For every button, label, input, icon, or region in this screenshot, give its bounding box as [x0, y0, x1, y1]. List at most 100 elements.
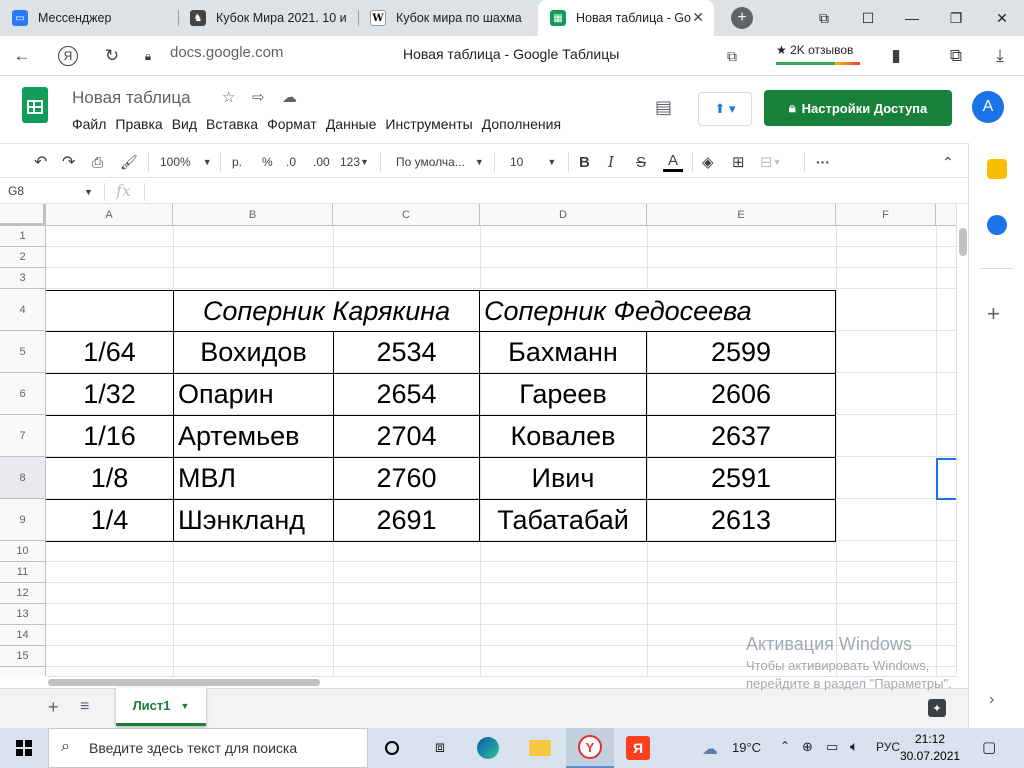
cell-b9[interactable]: Шэнкланд: [174, 500, 333, 541]
menu-insert[interactable]: Вставка: [206, 116, 258, 132]
tray-chevron-icon[interactable]: ⌃: [780, 739, 790, 753]
cell-e9[interactable]: 2613: [647, 500, 835, 541]
extensions-icon[interactable]: ⧉: [944, 44, 968, 68]
font-size-select[interactable]: 10 ▼: [510, 152, 556, 172]
cell-a9[interactable]: 1/4: [46, 500, 173, 541]
cell-a6[interactable]: 1/32: [46, 374, 173, 415]
row-header-7[interactable]: 7: [0, 415, 46, 457]
print-icon[interactable]: ⎙: [92, 152, 103, 172]
row-header-11[interactable]: 11: [0, 562, 46, 583]
header-karyakin[interactable]: Соперник Карякина: [174, 291, 479, 331]
back-icon[interactable]: ←: [10, 44, 34, 68]
row-header-5[interactable]: 5: [0, 331, 46, 373]
column-header-f[interactable]: F: [836, 204, 936, 226]
cell-e8[interactable]: 2591: [647, 458, 835, 499]
cell-c7[interactable]: 2704: [334, 416, 479, 457]
font-select[interactable]: По умолча... ▼: [396, 152, 484, 172]
cell-b5[interactable]: Вохидов: [174, 332, 333, 373]
yandex-icon[interactable]: Я: [56, 44, 80, 68]
yandex-browser-app[interactable]: Y: [566, 728, 614, 768]
menu-format[interactable]: Формат: [267, 116, 317, 132]
volume-icon[interactable]: 🔈︎: [850, 738, 858, 755]
cell-a7[interactable]: 1/16: [46, 416, 173, 457]
paint-format-icon[interactable]: 🖌︎: [120, 152, 138, 172]
italic-button[interactable]: I: [608, 152, 614, 172]
browser-tab-messenger[interactable]: ▭ Мессенджер: [0, 0, 178, 36]
borders-icon[interactable]: ⊞: [732, 152, 745, 172]
minimize-button[interactable]: —: [890, 0, 934, 36]
close-window-button[interactable]: ✕: [980, 0, 1024, 36]
row-header-4[interactable]: 4: [0, 289, 46, 331]
clock[interactable]: 21:12 30.07.2021: [900, 731, 960, 765]
row-header-13[interactable]: 13: [0, 604, 46, 625]
menu-edit[interactable]: Правка: [115, 116, 162, 132]
undo-icon[interactable]: ↶: [34, 152, 47, 172]
cell-b7[interactable]: Артемьев: [174, 416, 333, 457]
more-formats-button[interactable]: 123 ▼: [340, 152, 369, 172]
merge-cells-icon[interactable]: ⊟ ▼: [760, 152, 782, 172]
cell-d5[interactable]: Бахманн: [480, 332, 646, 373]
text-color-button[interactable]: A: [663, 152, 683, 172]
share-page-icon[interactable]: ⧉: [720, 44, 744, 68]
cell-a8[interactable]: 1/8: [46, 458, 173, 499]
restore-button[interactable]: ❐: [934, 0, 978, 36]
cell-c9[interactable]: 2691: [334, 500, 479, 541]
row-header-6[interactable]: 6: [0, 373, 46, 415]
cell-e6[interactable]: 2606: [647, 374, 835, 415]
cell-a5[interactable]: 1/64: [46, 332, 173, 373]
reviews-badge[interactable]: ★ 2K отзывов: [776, 43, 860, 65]
cell-d7[interactable]: Ковалев: [480, 416, 646, 457]
cell-d8[interactable]: Ивич: [480, 458, 646, 499]
name-box[interactable]: G8 ▼: [8, 184, 93, 198]
yandex-app[interactable]: Я: [614, 728, 662, 768]
column-header-b[interactable]: B: [173, 204, 333, 226]
sheets-logo[interactable]: [22, 87, 48, 123]
column-header-e[interactable]: E: [647, 204, 836, 226]
weather-temp[interactable]: 19°C: [732, 740, 761, 755]
network-icon[interactable]: ▭: [826, 739, 838, 755]
taskbar-search[interactable]: ⌕ Введите здесь текст для поиска: [48, 728, 368, 768]
url-field[interactable]: docs.google.com: [170, 44, 283, 61]
row-header-9[interactable]: 9: [0, 499, 46, 541]
new-tab-button[interactable]: +: [720, 0, 764, 36]
decrease-decimal-button[interactable]: .0: [286, 152, 296, 172]
menu-tools[interactable]: Инструменты: [385, 116, 472, 132]
scroll-thumb[interactable]: [48, 679, 320, 686]
cell-b6[interactable]: Опарин: [174, 374, 333, 415]
share-button[interactable]: 🔒︎ Настройки Доступа: [764, 90, 952, 126]
increase-decimal-button[interactable]: .00: [313, 152, 330, 172]
row-header-8[interactable]: 8: [0, 457, 46, 499]
sheet-tab-1[interactable]: Лист1 ▼: [116, 688, 206, 726]
browser-tab-new-sheet[interactable]: ▦ Новая таблица - Go ✕: [538, 0, 714, 36]
percent-button[interactable]: %: [262, 152, 273, 172]
download-icon[interactable]: ⤓: [988, 44, 1012, 68]
bookmark-icon[interactable]: ▮: [884, 44, 908, 68]
menu-addons[interactable]: Дополнения: [482, 116, 561, 132]
row-header-12[interactable]: 12: [0, 583, 46, 604]
selected-cell-g8[interactable]: [936, 458, 956, 500]
select-all-corner[interactable]: [0, 204, 46, 226]
notification-center-icon[interactable]: ▢: [982, 738, 996, 756]
keep-icon[interactable]: [987, 159, 1007, 179]
redo-icon[interactable]: ↷: [62, 152, 75, 172]
tasks-icon[interactable]: [987, 215, 1007, 235]
reload-icon[interactable]: ↻: [100, 44, 124, 68]
collapse-toolbar-icon[interactable]: ⌃: [942, 152, 954, 172]
strikethrough-button[interactable]: S: [636, 152, 646, 172]
row-header-10[interactable]: 10: [0, 541, 46, 562]
zoom-select[interactable]: 100% ▼: [160, 152, 212, 172]
cell-e5[interactable]: 2599: [647, 332, 835, 373]
star-icon[interactable]: ☆: [222, 88, 235, 106]
spreadsheet-grid[interactable]: A B C D E F 1 2 3 4 5 6 7 8 9 10 11 12 1…: [0, 204, 956, 676]
comments-icon[interactable]: ▤: [655, 97, 672, 118]
menu-data[interactable]: Данные: [326, 116, 377, 132]
vertical-scrollbar[interactable]: [956, 204, 968, 674]
cell-b8[interactable]: МВЛ: [174, 458, 333, 499]
browser-tab-wikipedia[interactable]: W Кубок мира по шахма: [358, 0, 536, 36]
task-view-button[interactable]: [368, 728, 416, 768]
security-icon[interactable]: ⊕: [802, 739, 813, 755]
column-header-d[interactable]: D: [480, 204, 647, 226]
browser-tab-world-cup[interactable]: ♞ Кубок Мира 2021. 10 и: [178, 0, 358, 36]
weather-icon[interactable]: ☁: [702, 739, 718, 759]
scroll-thumb[interactable]: [959, 228, 967, 256]
